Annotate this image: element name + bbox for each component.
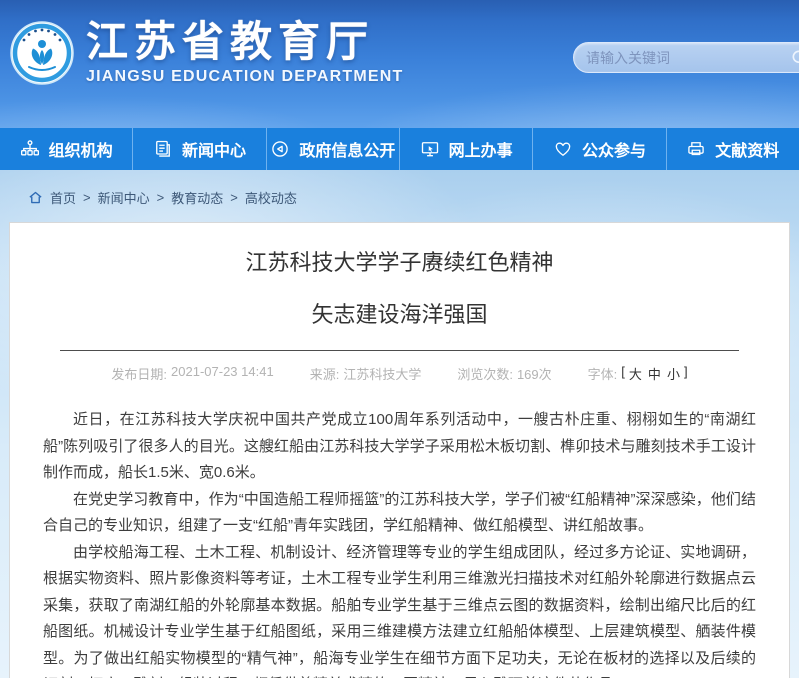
online-service-icon bbox=[420, 139, 440, 159]
site-logo-icon[interactable] bbox=[10, 21, 74, 85]
font-size-small-button[interactable]: 小 bbox=[665, 364, 682, 383]
views-label: 浏览次数: bbox=[457, 364, 513, 383]
main-nav: 组织机构 新闻中心 政府信息公开 网上办事 公众参与 bbox=[0, 128, 799, 170]
breadcrumb-edu-news[interactable]: 教育动态 bbox=[171, 188, 223, 207]
documents-icon bbox=[686, 139, 706, 159]
nav-item-label: 组织机构 bbox=[49, 137, 113, 161]
publish-date: 发布日期: 2021-07-23 14:41 bbox=[111, 364, 273, 383]
breadcrumb-news-center[interactable]: 新闻中心 bbox=[98, 188, 150, 207]
article-card: 江苏科技大学学子赓续红色精神 矢志建设海洋强国 发布日期: 2021-07-23… bbox=[9, 222, 790, 678]
breadcrumb: 首页 > 新闻中心 > 教育动态 > 高校动态 bbox=[0, 170, 799, 212]
breadcrumb-separator: > bbox=[83, 190, 91, 205]
source-value: 江苏科技大学 bbox=[343, 364, 421, 383]
nav-item-gov-info[interactable]: 政府信息公开 bbox=[267, 128, 400, 170]
font-size-large-button[interactable]: 大 bbox=[627, 364, 644, 383]
nav-item-label: 网上办事 bbox=[449, 137, 513, 161]
search-box bbox=[573, 42, 799, 73]
bracket-open: [ bbox=[621, 364, 625, 383]
info-disclosure-icon bbox=[270, 139, 290, 159]
nav-item-label: 公众参与 bbox=[582, 137, 646, 161]
news-icon bbox=[153, 139, 173, 159]
nav-item-public-participation[interactable]: 公众参与 bbox=[533, 128, 666, 170]
home-icon bbox=[28, 190, 43, 205]
nav-item-label: 文献资料 bbox=[715, 137, 779, 161]
article-title-line2: 矢志建设海洋强国 bbox=[10, 303, 789, 327]
publish-date-label: 发布日期: bbox=[111, 364, 167, 383]
heart-icon bbox=[553, 139, 573, 159]
breadcrumb-separator: > bbox=[157, 190, 165, 205]
article-source: 来源: 江苏科技大学 bbox=[310, 364, 422, 383]
source-label: 来源: bbox=[310, 364, 340, 383]
article-paragraph: 近日，在江苏科技大学庆祝中国共产党成立100周年系列活动中，一艘古朴庄重、栩栩如… bbox=[43, 407, 756, 487]
nav-item-news-center[interactable]: 新闻中心 bbox=[133, 128, 266, 170]
content-background: 首页 > 新闻中心 > 教育动态 > 高校动态 江苏科技大学学子赓续红色精神 矢… bbox=[0, 170, 799, 678]
brand: 江苏省教育厅 JIANGSU EDUCATION DEPARTMENT bbox=[86, 18, 403, 86]
article-paragraph: 由学校船海工程、土木工程、机制设计、经济管理等专业的学生组成团队，经过多方论证、… bbox=[43, 540, 756, 678]
org-chart-icon bbox=[20, 139, 40, 159]
font-size-control: 字体: [ 大 中 小 ] bbox=[588, 364, 688, 383]
breadcrumb-current: 高校动态 bbox=[245, 188, 297, 207]
font-label: 字体: bbox=[588, 364, 618, 383]
article-body: 近日，在江苏科技大学庆祝中国共产党成立100周年系列活动中，一艘古朴庄重、栩栩如… bbox=[10, 407, 789, 678]
nav-item-label: 新闻中心 bbox=[182, 137, 246, 161]
article-paragraph: 在党史学习教育中，作为“中国造船工程师摇篮”的江苏科技大学，学子们被“红船精神”… bbox=[43, 487, 756, 540]
breadcrumb-home[interactable]: 首页 bbox=[50, 188, 76, 207]
nav-item-online-service[interactable]: 网上办事 bbox=[400, 128, 533, 170]
nav-item-label: 政府信息公开 bbox=[299, 137, 395, 161]
page: 江苏省教育厅 JIANGSU EDUCATION DEPARTMENT 组织机构… bbox=[0, 0, 799, 678]
publish-date-value: 2021-07-23 14:41 bbox=[171, 364, 274, 383]
search-input[interactable] bbox=[586, 50, 790, 66]
view-count: 浏览次数: 169次 bbox=[457, 364, 551, 383]
font-size-switch: [ 大 中 小 ] bbox=[621, 364, 687, 383]
nav-item-documents[interactable]: 文献资料 bbox=[667, 128, 799, 170]
search-icon[interactable] bbox=[790, 48, 799, 68]
article-meta: 发布日期: 2021-07-23 14:41 来源: 江苏科技大学 浏览次数: … bbox=[10, 364, 789, 383]
nav-item-organization[interactable]: 组织机构 bbox=[0, 128, 133, 170]
site-header: 江苏省教育厅 JIANGSU EDUCATION DEPARTMENT bbox=[0, 0, 799, 128]
font-size-medium-button[interactable]: 中 bbox=[646, 364, 663, 383]
breadcrumb-separator: > bbox=[230, 190, 238, 205]
title-divider bbox=[60, 350, 739, 351]
site-title-en: JIANGSU EDUCATION DEPARTMENT bbox=[86, 68, 403, 86]
article-title-line1: 江苏科技大学学子赓续红色精神 bbox=[10, 251, 789, 275]
views-value: 169次 bbox=[517, 364, 552, 383]
site-title: 江苏省教育厅 bbox=[86, 18, 403, 66]
bracket-close: ] bbox=[684, 364, 688, 383]
